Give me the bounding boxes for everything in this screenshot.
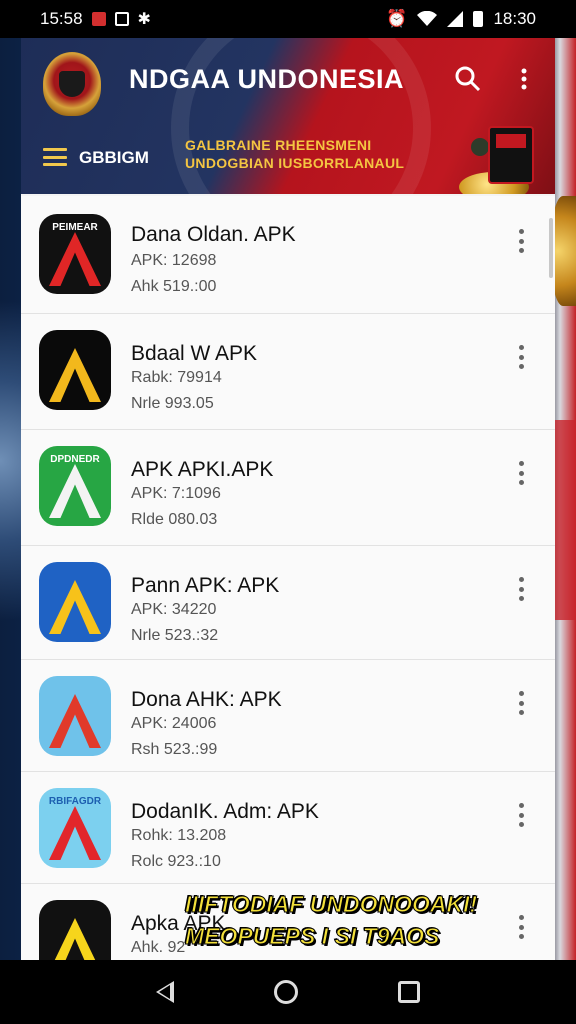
app-list-item[interactable]: DPDNEDR APK APKI.APK APK: 7:1096 Rlde 080.0… [21,430,555,546]
menu-label[interactable]: GBBIGM [79,148,149,168]
app-logo-glyph [49,580,101,634]
search-icon [455,66,481,92]
app-icon[interactable] [39,330,111,410]
home-icon[interactable] [274,980,298,1004]
app-list-item[interactable]: Bdaal W APK Rabk: 79914 Nrle 993.05 [21,314,555,430]
app-icon[interactable] [39,900,111,960]
caption-line-1: IIIFTODIAF UNDONOOAKI! [184,891,478,918]
hamburger-menu-icon[interactable] [43,148,67,166]
banner-line-2: UNDOGBIAN IUSBORRLANAUL [185,155,405,171]
wifi-icon [417,11,438,26]
alarm-icon: ⏰ [386,9,408,28]
ball-decoration [471,138,489,156]
status-time-right: 18:30 [493,9,536,28]
app-name[interactable]: Dana Oldan. APK [131,223,296,247]
app-name[interactable]: DodanIK. Adm: APK [131,800,319,824]
scrollbar[interactable] [549,218,553,278]
app-logo-glyph [49,918,101,960]
app-screen: NDGAA UNDONESIA GBBIGM GALBRAINE RHEENSM… [21,38,555,960]
app-meta-line-1: APK: 34220 [131,601,217,618]
notification-image-icon [114,12,129,26]
video-caption: IIIFTODIAF UNDONOOAKI! MEOPUEPS I SI T9A… [184,888,478,952]
app-icon-label: RBIFAGDR [48,796,102,807]
app-logo-glyph [49,806,101,860]
banner-line-1: GALBRAINE RHEENSMENI [185,137,372,153]
app-name[interactable]: Pann APK: APK [131,574,279,598]
app-meta-line-2: Rsh 523.:99 [131,741,218,758]
notification-app-icon [91,12,106,26]
recent-apps-icon[interactable] [398,981,420,1003]
app-name[interactable]: Dona AHK: APK [131,688,282,712]
app-icon-label: DPDNEDR [50,454,100,465]
app-list: PEIMEAR Dana Oldan. APK APK: 12698 Ahk 519.… [21,196,555,960]
status-time-left: 15:58 [40,9,83,28]
app-meta-line-1: Rohk: 13.208 [131,827,227,844]
app-icon[interactable]: RBIFAGDR [39,788,111,868]
app-meta-line-1: Ahk. 92 [131,939,186,956]
app-icon[interactable]: PEIMEAR [39,214,111,294]
more-vert-icon [521,68,527,90]
notification-game-icon: ✱ [137,11,151,28]
item-more-icon[interactable] [511,800,531,830]
item-more-icon[interactable] [511,342,531,372]
app-logo-glyph [49,232,101,286]
app-meta-line-1: APK: 12698 [131,252,217,269]
app-meta-line-2: Nrle 523.:32 [131,627,219,644]
back-icon[interactable] [156,981,174,1003]
app-header: NDGAA UNDONESIA GBBIGM GALBRAINE RHEENSM… [21,38,555,194]
navigation-bar [0,960,576,1024]
item-more-icon[interactable] [511,226,531,256]
app-logo-glyph [49,694,101,748]
app-meta-line-2: Nrle 993.05 [131,395,214,412]
signal-icon [447,11,464,27]
app-name[interactable]: Bdaal W APK [131,342,257,366]
item-more-icon[interactable] [511,912,531,942]
app-meta-line-2: Rlde 080.03 [131,511,218,528]
app-meta-line-2: Ahk 519.:00 [131,278,217,295]
app-icon[interactable] [39,676,111,756]
app-name[interactable]: APK APKI.APK [131,458,273,482]
app-icon[interactable] [39,562,111,642]
promo-banner[interactable]: GALBRAINE RHEENSMENI UNDOGBIAN IUSBORRLA… [185,136,404,172]
app-logo-glyph [49,464,101,518]
item-more-icon[interactable] [511,688,531,718]
app-list-item[interactable]: Dona AHK: APK APK: 24006 Rsh 523.:99 [21,660,555,772]
status-bar: 15:58 ✱ ⏰ 18:30 [0,0,576,38]
app-list-item[interactable]: PEIMEAR Dana Oldan. APK APK: 12698 Ahk 519.… [21,196,555,314]
overflow-menu-button[interactable] [509,64,539,94]
app-logo-glyph [49,348,101,402]
app-icon-label: PEIMEAR [52,222,98,233]
item-more-icon[interactable] [511,574,531,604]
item-more-icon[interactable] [511,458,531,488]
garuda-emblem-logo [43,52,101,116]
app-list-item[interactable]: Pann APK: APK APK: 34220 Nrle 523.:32 [21,546,555,660]
caption-line-2: MEOPUEPS I SI T9AOS [184,923,440,950]
app-meta-line-2: Rolc 923.:10 [131,853,221,870]
app-meta-line-1: Rabk: 79914 [131,369,222,386]
app-meta-line-1: APK: 7:1096 [131,485,221,502]
battery-icon [473,11,484,27]
app-title: NDGAA UNDONESIA [129,64,405,94]
app-meta-line-1: APK: 24006 [131,715,217,732]
search-button[interactable] [453,64,483,94]
app-icon[interactable]: DPDNEDR [39,446,111,526]
promo-badge [488,126,534,184]
app-list-item[interactable]: RBIFAGDR DodanIK. Adm: APK Rohk: 13.208 Rol… [21,772,555,884]
